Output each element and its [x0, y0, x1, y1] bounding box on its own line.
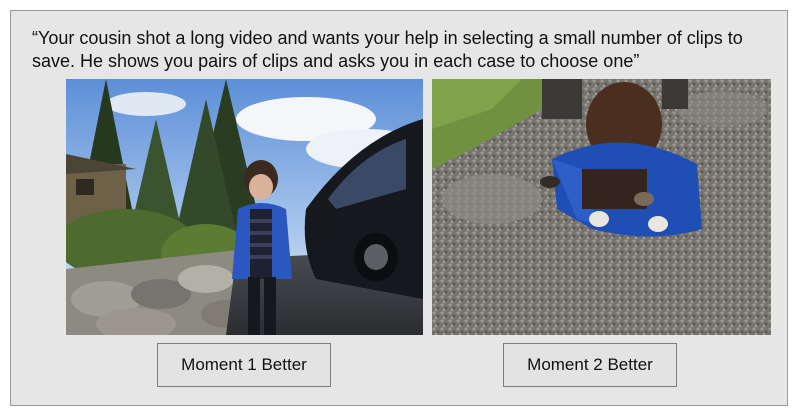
child-on-gravel-image: [432, 79, 771, 335]
survey-panel: “Your cousin shot a long video and wants…: [10, 10, 788, 406]
clip-2-thumbnail: [432, 79, 771, 335]
instruction-text: “Your cousin shot a long video and wants…: [32, 28, 743, 71]
moment-1-better-button[interactable]: Moment 1 Better: [157, 343, 331, 387]
child-by-car-image: [66, 79, 423, 335]
moment-2-better-button[interactable]: Moment 2 Better: [503, 343, 677, 387]
clip-1-thumbnail: [66, 79, 423, 335]
